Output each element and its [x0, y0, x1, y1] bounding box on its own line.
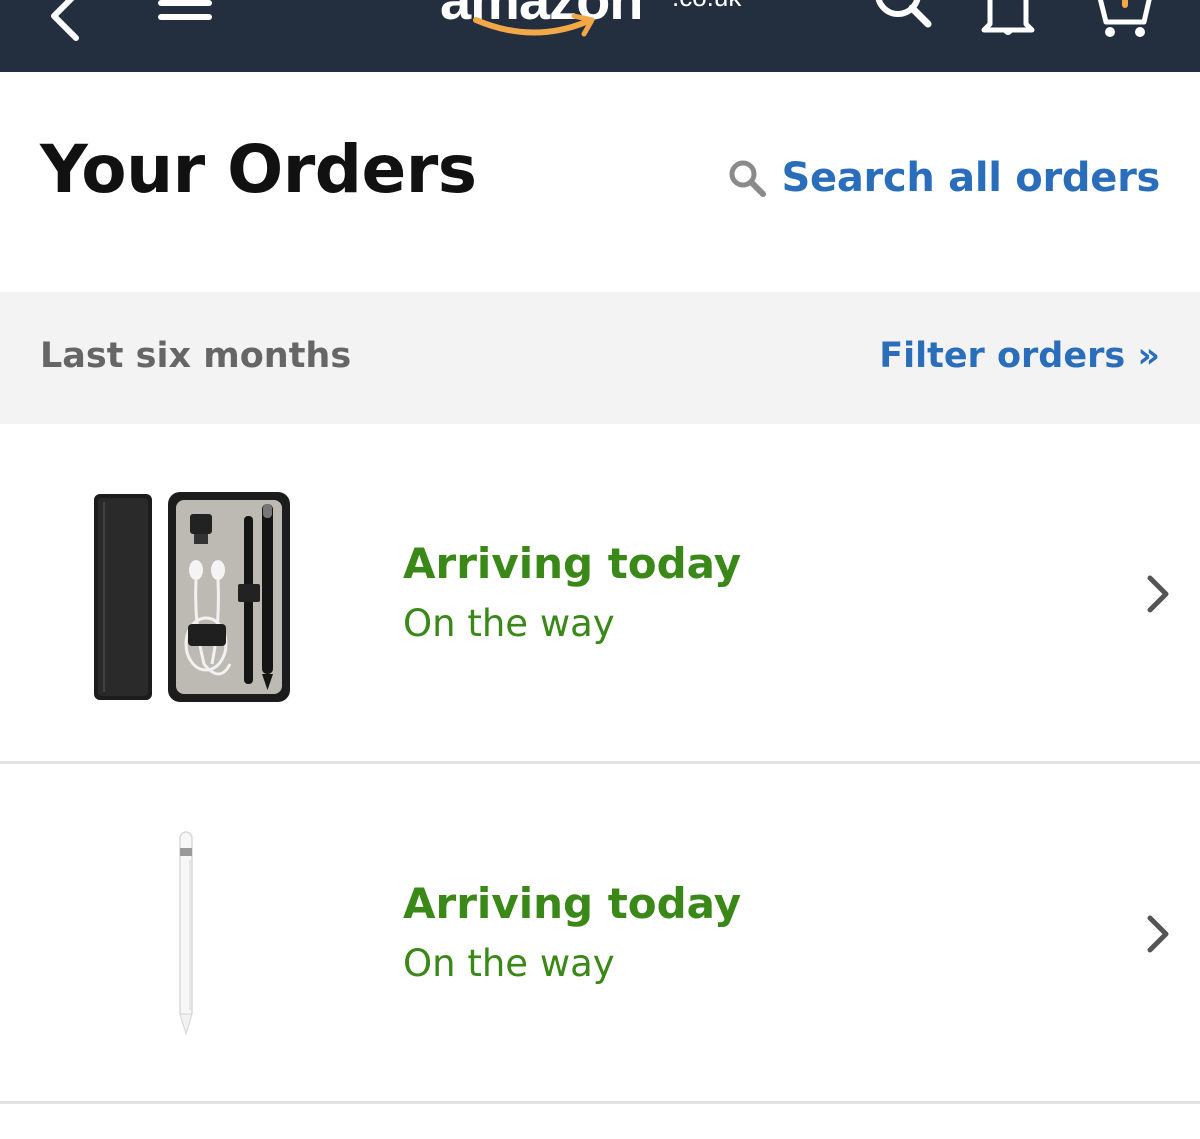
- chevron-right-icon: [1147, 575, 1169, 613]
- delivery-status: Arriving today: [403, 539, 742, 588]
- amazon-logo[interactable]: amazon .co.uk: [440, 0, 780, 48]
- back-icon[interactable]: [40, 0, 90, 42]
- bell-icon[interactable]: [976, 0, 1040, 40]
- search-all-orders-label: Search all orders: [781, 155, 1160, 201]
- filter-orders-link[interactable]: Filter orders »: [879, 328, 1160, 384]
- order-row[interactable]: Arriving today On the way: [0, 764, 1200, 1104]
- delivery-substatus: On the way: [403, 602, 615, 645]
- search-all-orders-link[interactable]: Search all orders: [727, 150, 1160, 206]
- stylus-pencil-image: [179, 831, 193, 1036]
- filter-band: Last six months Filter orders »: [0, 292, 1200, 424]
- magnifier-icon: [729, 160, 767, 197]
- top-nav-bar: amazon .co.uk: [0, 0, 1200, 72]
- search-icon[interactable]: [866, 0, 936, 36]
- page-title: Your Orders: [40, 131, 477, 208]
- logo-domain: .co.uk: [672, 0, 741, 10]
- menu-icon[interactable]: [156, 0, 214, 24]
- chevron-right-icon: [1147, 915, 1169, 953]
- delivery-status: Arriving today: [403, 879, 742, 928]
- delivery-substatus: On the way: [403, 942, 615, 985]
- time-period-label: Last six months: [40, 336, 352, 376]
- order-row[interactable]: Arriving today On the way: [0, 424, 1200, 764]
- pencil-case-image: [94, 492, 290, 702]
- logo-smile-icon: [473, 14, 595, 37]
- cart-icon[interactable]: [1086, 0, 1156, 40]
